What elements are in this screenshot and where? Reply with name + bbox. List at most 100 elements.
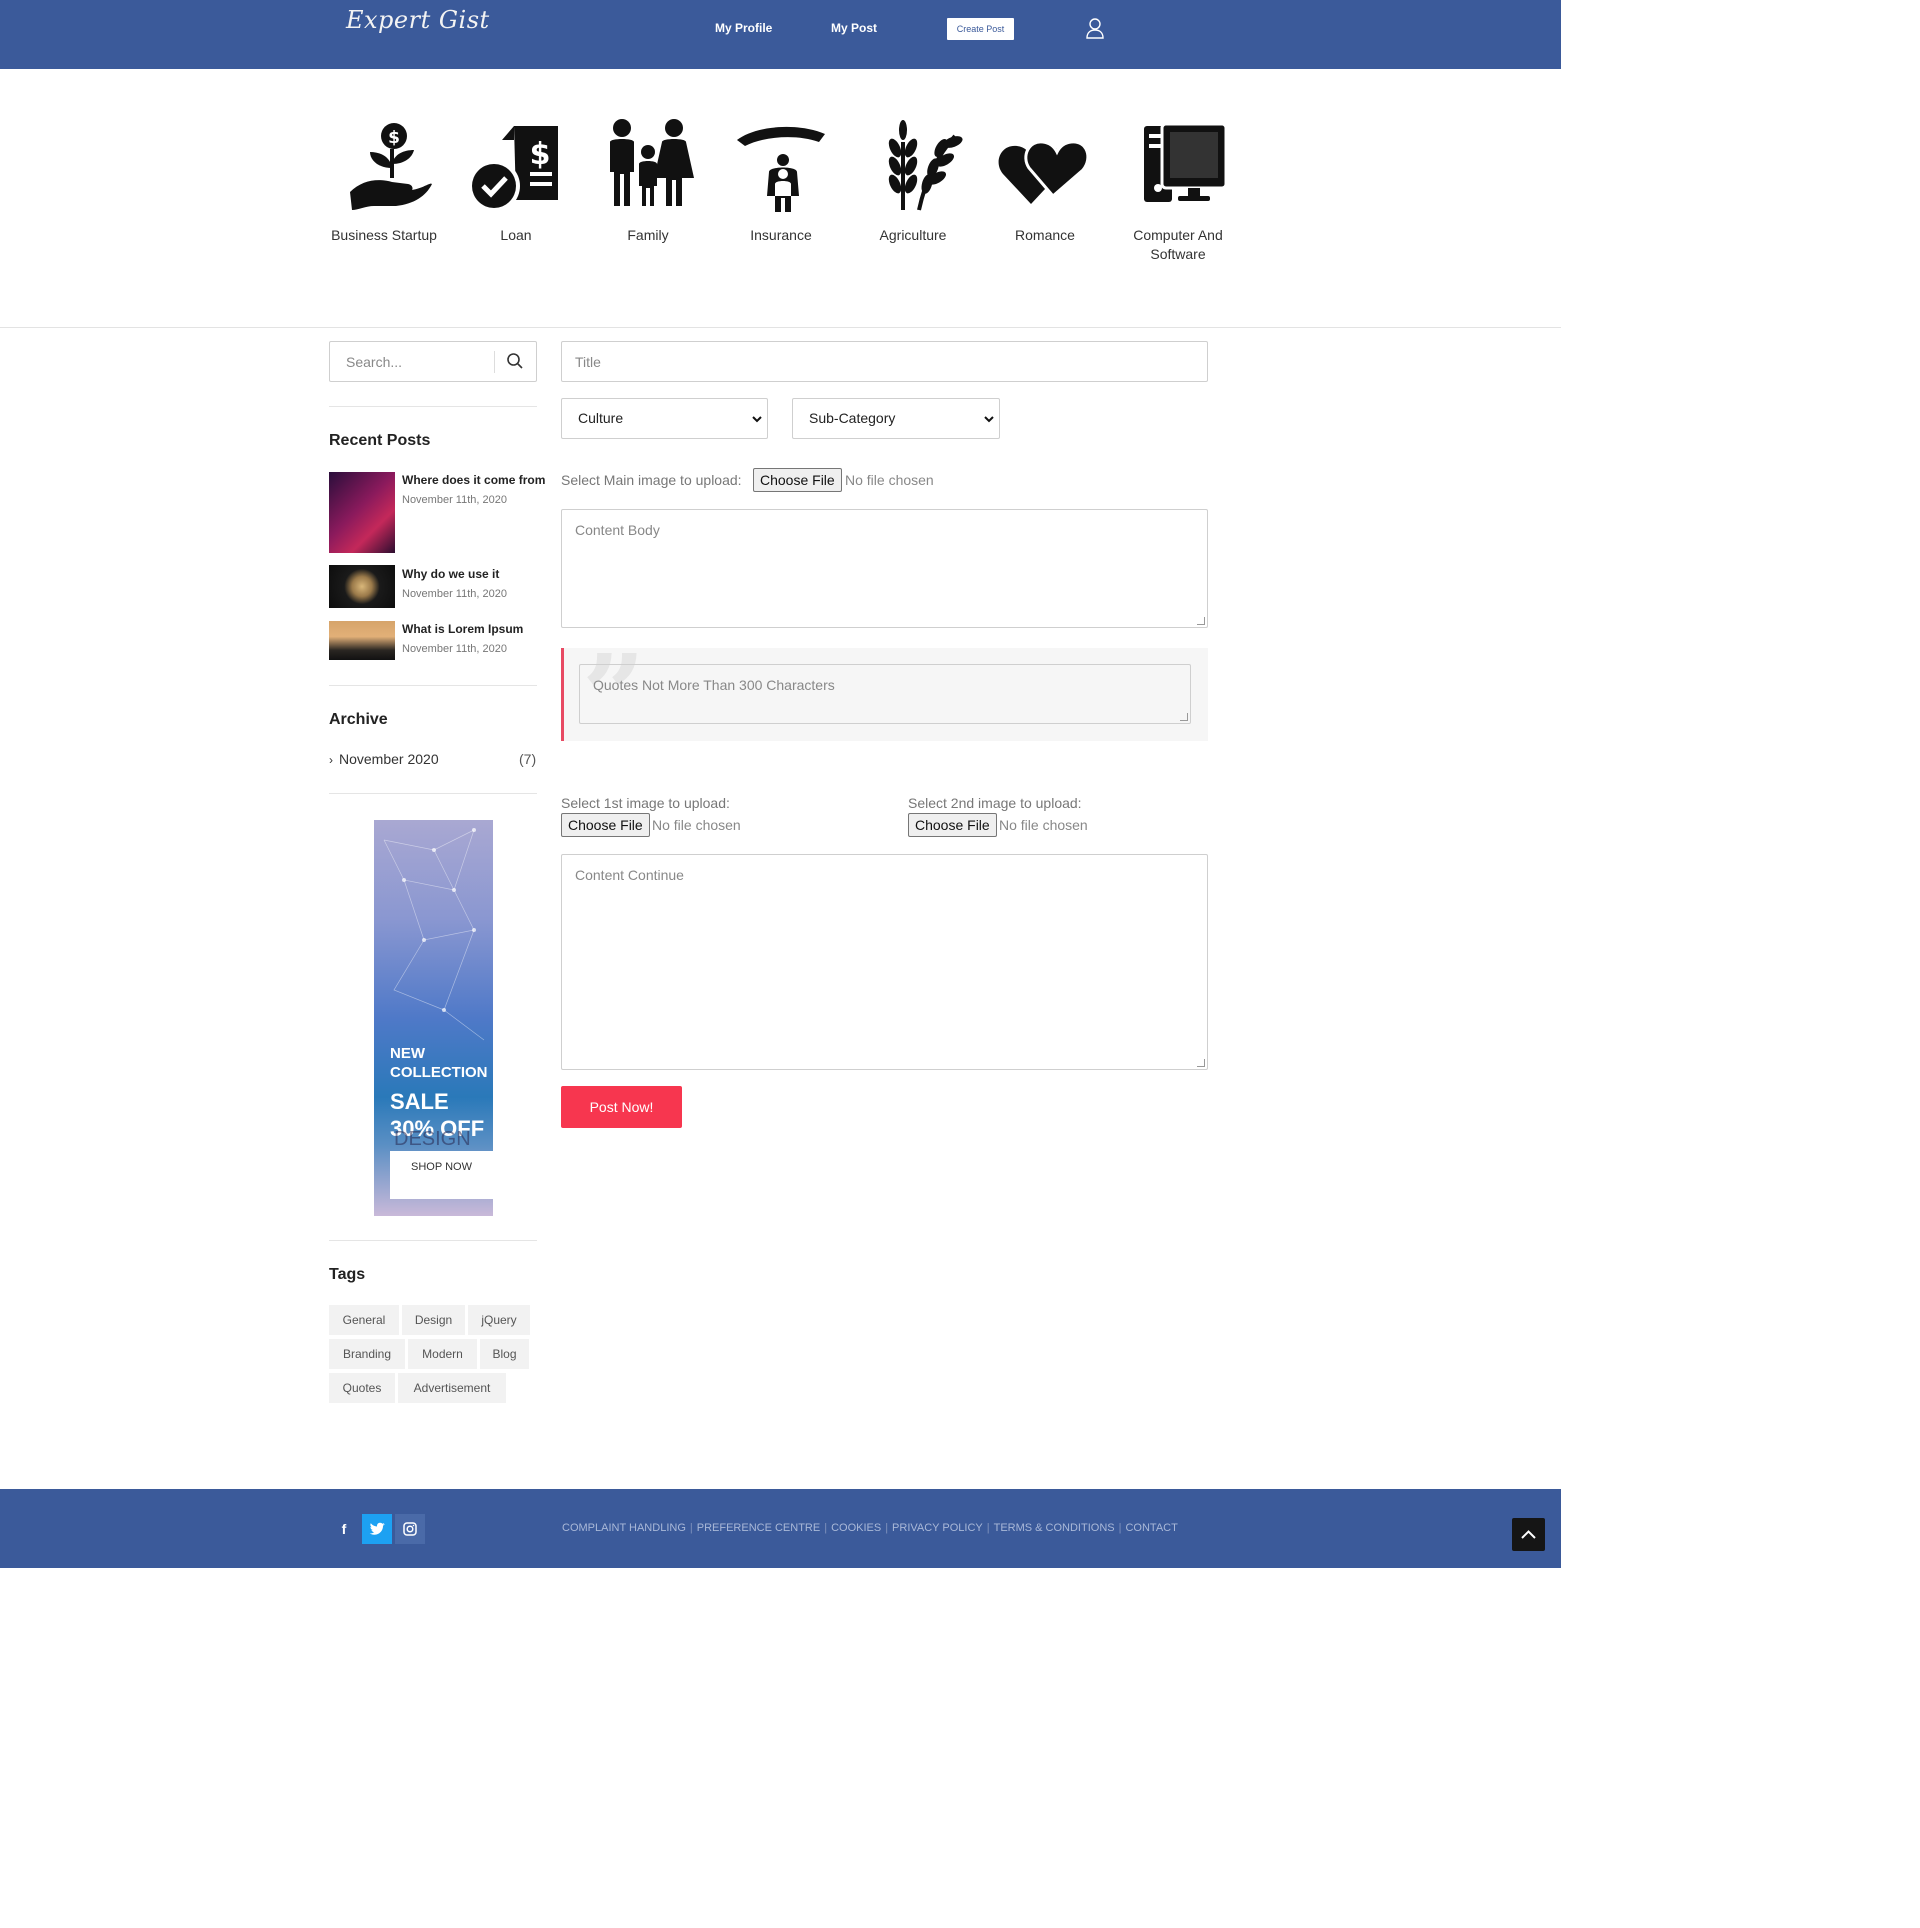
category-label: Business Startup	[331, 227, 437, 243]
resize-handle[interactable]	[1197, 1059, 1205, 1067]
footer-link-privacy[interactable]: PRIVACY POLICY	[892, 1522, 983, 1534]
two-hearts-icon	[998, 140, 1090, 204]
wheat-icon	[888, 120, 963, 211]
tag[interactable]: Design	[402, 1305, 465, 1335]
category-insurance[interactable]: Insurance	[716, 112, 846, 245]
tag[interactable]: Blog	[480, 1339, 529, 1369]
category-romance[interactable]: Romance	[980, 112, 1110, 245]
svg-text:$: $	[530, 137, 551, 172]
nav-my-profile[interactable]: My Profile	[715, 21, 772, 35]
post-now-button[interactable]: Post Now!	[561, 1086, 682, 1128]
sidebar-divider	[329, 685, 537, 686]
image2-label: Select 2nd image to upload:	[908, 795, 1082, 811]
tag[interactable]: Branding	[329, 1339, 405, 1369]
ad-design: DESIGN	[394, 1128, 471, 1150]
create-post-button[interactable]: Create Post	[947, 18, 1014, 40]
hand-plant-dollar-icon: $	[350, 123, 432, 210]
recent-posts-title: Recent Posts	[329, 432, 431, 449]
category-loan[interactable]: $ Loan	[451, 112, 581, 245]
image2-choose-file-button[interactable]: Choose File	[908, 813, 997, 837]
category-label: Computer And Software	[1133, 227, 1223, 262]
recent-post-date: November 11th, 2020	[402, 494, 507, 506]
sidebar-divider	[329, 1240, 537, 1241]
image2-status: No file chosen	[999, 817, 1088, 833]
instagram-icon[interactable]	[395, 1514, 425, 1544]
nav-my-post[interactable]: My Post	[831, 21, 877, 35]
quote-block: ” Quotes Not More Than 300 Characters	[561, 640, 1208, 750]
main-image-choose-file-button[interactable]: Choose File	[753, 468, 842, 492]
footer-link-terms[interactable]: TERMS & CONDITIONS	[994, 1522, 1115, 1534]
category-family[interactable]: Family	[583, 112, 713, 245]
network-pattern	[383, 828, 485, 1041]
recent-post-title[interactable]: Why do we use it	[402, 567, 499, 581]
subcategory-select[interactable]: Sub-Category	[792, 398, 1000, 439]
post-thumbnail[interactable]	[329, 565, 395, 608]
search-icon[interactable]	[506, 352, 524, 370]
image1-status: No file chosen	[652, 817, 741, 833]
content-continue-textarea[interactable]: Content Continue	[561, 854, 1208, 1070]
sidebar-search[interactable]: Search...	[329, 341, 537, 382]
shop-now-button[interactable]: SHOP NOW	[390, 1151, 493, 1199]
content-body-textarea[interactable]: Content Body	[561, 509, 1208, 628]
category-label: Insurance	[750, 227, 812, 243]
family-icon	[610, 119, 694, 206]
content-continue-placeholder: Content Continue	[575, 867, 684, 883]
site-footer: f COMPLAINT HANDLING | PREFERENCE CENTRE | C…	[0, 1489, 1561, 1568]
loan-document-check-icon: $	[468, 126, 558, 212]
main-image-status: No file chosen	[845, 472, 934, 488]
image1-label: Select 1st image to upload:	[561, 795, 730, 811]
recent-post-date: November 11th, 2020	[402, 643, 507, 655]
insurance-umbrella-hand-icon	[737, 126, 825, 212]
recent-post-title[interactable]: What is Lorem Ipsum	[402, 622, 523, 636]
tag[interactable]: jQuery	[468, 1305, 530, 1335]
category-select[interactable]: Culture	[561, 398, 768, 439]
category-computer-and-software[interactable]: Computer And Software	[1113, 112, 1243, 264]
recent-post-title[interactable]: Where does it come from	[402, 473, 545, 487]
resize-handle[interactable]	[1197, 617, 1205, 625]
archive-title: Archive	[329, 711, 388, 728]
title-input[interactable]: Title	[561, 341, 1208, 382]
quote-textarea[interactable]: Quotes Not More Than 300 Characters	[579, 664, 1191, 724]
post-thumbnail[interactable]	[329, 472, 395, 553]
chevron-down-icon	[984, 416, 994, 423]
advertisement-banner[interactable]: NEW COLLECTION SALE 30% OFF DESIGN SHOP NO…	[374, 820, 493, 1216]
sidebar-divider	[329, 793, 537, 794]
site-header: Expert Gist My Profile My Post Create Po…	[0, 0, 1561, 69]
tag[interactable]: Advertisement	[398, 1373, 506, 1403]
image1-choose-file-button[interactable]: Choose File	[561, 813, 650, 837]
category-value: Culture	[578, 410, 624, 426]
footer-link-contact[interactable]: CONTACT	[1125, 1522, 1177, 1534]
footer-link-preference[interactable]: PREFERENCE CENTRE	[697, 1522, 820, 1534]
twitter-icon[interactable]	[362, 1514, 392, 1544]
subcategory-value: Sub-Category	[809, 410, 896, 426]
scroll-to-top-button[interactable]	[1512, 1518, 1545, 1551]
site-logo[interactable]: Expert Gist	[346, 6, 490, 34]
category-agriculture[interactable]: Agriculture	[848, 112, 978, 245]
search-input[interactable]: Search...	[346, 354, 402, 370]
tag[interactable]: Modern	[408, 1339, 477, 1369]
tags-title: Tags	[329, 1266, 366, 1283]
svg-text:$: $	[388, 128, 400, 148]
category-label: Agriculture	[879, 227, 947, 243]
footer-link-complaint[interactable]: COMPLAINT HANDLING	[562, 1522, 686, 1534]
instagram-glyph	[403, 1522, 417, 1536]
archive-link[interactable]: › November 2020	[329, 751, 439, 767]
desktop-computer-icon	[1144, 122, 1228, 202]
resize-handle[interactable]	[1180, 713, 1188, 721]
quote-placeholder: Quotes Not More Than 300 Characters	[593, 677, 835, 693]
ad-headline: NEW COLLECTION	[390, 1045, 488, 1081]
archive-month: November 2020	[339, 751, 439, 767]
chevron-down-icon	[752, 416, 762, 423]
archive-count: (7)	[519, 751, 537, 767]
tag[interactable]: General	[329, 1305, 399, 1335]
post-thumbnail[interactable]	[329, 621, 395, 660]
facebook-icon[interactable]: f	[329, 1514, 359, 1544]
chevron-up-icon	[1521, 1530, 1536, 1539]
chevron-right-icon: ›	[329, 753, 333, 767]
footer-link-cookies[interactable]: COOKIES	[831, 1522, 881, 1534]
main-image-label: Select Main image to upload:	[561, 472, 742, 488]
tag[interactable]: Quotes	[329, 1373, 395, 1403]
user-icon[interactable]	[1085, 17, 1105, 39]
twitter-bird-glyph	[369, 1522, 385, 1535]
category-business-startup[interactable]: $ Business Startup	[319, 112, 449, 245]
